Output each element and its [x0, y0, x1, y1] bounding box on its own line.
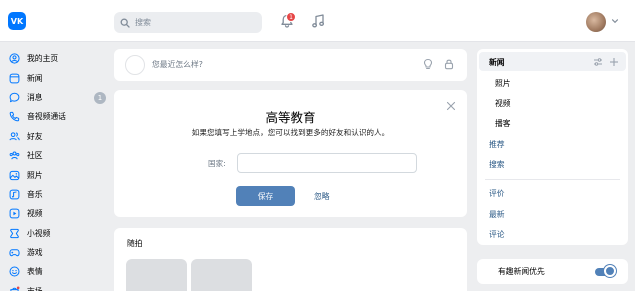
nav-item-stickers[interactable]: 表情 — [6, 262, 106, 281]
nav-label: 我的主页 — [27, 54, 59, 64]
composer-tools — [422, 58, 455, 70]
music-icon[interactable] — [311, 13, 325, 29]
nav-item-clips[interactable]: 小视频 — [6, 224, 106, 243]
messages-count-badge: 1 — [94, 91, 106, 104]
smile-icon — [9, 266, 20, 277]
interesting-first-label: 有趣新闻优先 — [498, 267, 545, 276]
nav-item-friends[interactable]: 好友 — [6, 127, 106, 146]
menu-item-latest[interactable]: 最新 — [489, 209, 505, 220]
friends-icon — [9, 132, 20, 141]
notification-badge: 1 — [286, 12, 296, 22]
nav-item-photos[interactable]: 照片 — [6, 165, 106, 184]
menu-item-photos[interactable]: 照片 — [495, 78, 511, 89]
market-icon — [10, 286, 20, 291]
nav-item-games[interactable]: 游戏 — [6, 243, 106, 262]
post-placeholder[interactable]: 您最近怎么样? — [152, 59, 203, 70]
menu-item-video[interactable]: 视频 — [495, 98, 511, 109]
community-icon — [9, 151, 20, 160]
menu-item-recommended[interactable]: 推荐 — [489, 139, 505, 150]
nav-item-community[interactable]: 社区 — [6, 146, 106, 165]
education-subtitle: 如果您填写上学地点，您可以找到更多的好友和认识的人。 — [191, 128, 390, 137]
avatar[interactable] — [586, 12, 606, 32]
nav-item-my-page[interactable]: 我的主页 — [6, 49, 106, 68]
search-input[interactable]: 搜索 — [114, 12, 262, 33]
video-icon — [9, 208, 20, 219]
nav-label: 市场 — [27, 286, 43, 291]
snaps-card: 随拍 — [114, 228, 467, 291]
nav-item-music[interactable]: 音乐 — [6, 185, 106, 204]
photo-icon — [9, 170, 20, 180]
save-button[interactable]: 保存 — [236, 186, 295, 206]
music-icon — [9, 189, 20, 200]
user-circle-icon — [9, 53, 20, 64]
nav-label: 社区 — [27, 151, 43, 161]
nav-label: 表情 — [27, 267, 43, 277]
newsfeed-icon — [9, 73, 20, 83]
nav-label: 好友 — [27, 131, 43, 141]
magic-bulb-icon[interactable] — [422, 58, 434, 70]
filter-settings-icon[interactable] — [593, 57, 603, 67]
left-nav: 我的主页 新闻 消息 1 音视频通话 好友 社区 照片 音乐 视频 小视频 游戏 — [6, 49, 106, 291]
message-icon — [9, 92, 20, 103]
nav-label: 视频 — [27, 209, 43, 219]
plus-icon[interactable] — [609, 57, 619, 67]
nav-item-video[interactable]: 视频 — [6, 204, 106, 223]
nav-label: 音乐 — [27, 189, 43, 199]
country-field[interactable] — [237, 153, 417, 173]
menu-item-reviews[interactable]: 评价 — [489, 188, 505, 199]
nav-item-calls[interactable]: 音视频通话 — [6, 107, 106, 126]
nav-label: 小视频 — [27, 228, 51, 238]
snap-thumbnail[interactable] — [191, 259, 252, 291]
country-label: 国家: — [208, 159, 226, 168]
nav-label: 游戏 — [27, 248, 43, 258]
menu-item-comments[interactable]: 评论 — [489, 229, 505, 240]
ignore-link[interactable]: 忽略 — [314, 191, 330, 202]
news-filter-menu: 新闻 照片 视频 播客 推荐 搜索 评价 最新 评论 — [477, 49, 628, 245]
nav-label: 新闻 — [27, 73, 43, 83]
education-title: 高等教育 — [265, 110, 316, 125]
snap-thumbnail[interactable] — [126, 259, 187, 291]
nav-label: 消息 — [27, 92, 43, 102]
composer-avatar — [125, 55, 145, 75]
toggle-knob[interactable] — [604, 265, 616, 277]
vk-logo-icon[interactable]: VK — [8, 12, 26, 30]
menu-item-search[interactable]: 搜索 — [489, 159, 505, 170]
menu-separator — [485, 179, 620, 180]
phone-icon — [9, 112, 20, 122]
nav-item-news[interactable]: 新闻 — [6, 68, 106, 87]
search-placeholder: 搜索 — [135, 18, 151, 27]
top-header: VK 搜索 1 — [0, 0, 635, 42]
interesting-first-card: 有趣新闻优先 — [477, 259, 628, 284]
chevron-down-icon[interactable] — [611, 17, 619, 25]
nav-item-market[interactable]: 市场 — [6, 282, 106, 291]
menu-item-podcasts[interactable]: 播客 — [495, 118, 511, 129]
snaps-title: 随拍 — [127, 239, 143, 248]
lock-icon[interactable] — [443, 58, 455, 70]
nav-label: 音视频通话 — [27, 112, 66, 122]
nav-item-messages[interactable]: 消息 1 — [6, 88, 106, 107]
search-icon — [120, 18, 130, 28]
nav-label: 照片 — [27, 170, 43, 180]
gamepad-icon — [9, 249, 20, 257]
menu-item-news[interactable]: 新闻 — [489, 57, 505, 68]
menu-tools — [593, 57, 619, 67]
clips-icon — [10, 228, 19, 238]
education-card: 高等教育 如果您填写上学地点，您可以找到更多的好友和认识的人。 国家: 保存 忽… — [114, 90, 467, 217]
post-composer[interactable]: 您最近怎么样? — [114, 49, 524, 81]
